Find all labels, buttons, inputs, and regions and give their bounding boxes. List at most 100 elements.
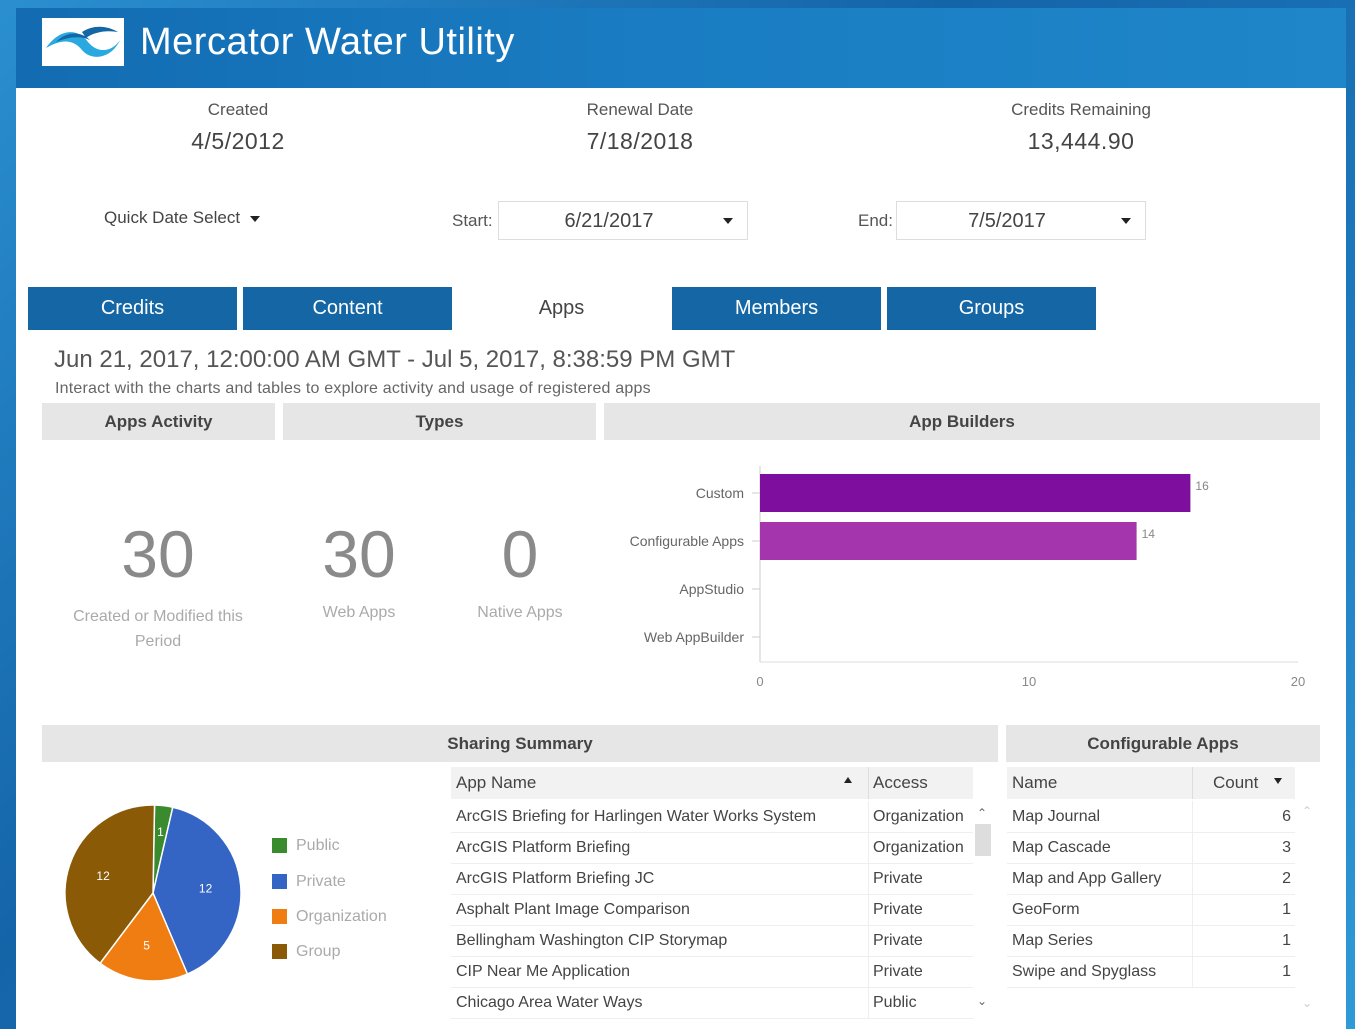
table-row[interactable]: Chicago Area Water Ways Public — [451, 987, 973, 1019]
dashboard-panel: Mercator Water Utility Created 4/5/2012 … — [16, 8, 1346, 1029]
sharing-table-scrollbar[interactable]: ⌃ ⌄ — [974, 804, 992, 1014]
legend-label: Public — [296, 837, 340, 854]
x-tick-label: 10 — [1022, 674, 1036, 689]
app-type-name-cell: Map Series — [1012, 932, 1093, 949]
quick-date-select-dropdown[interactable]: Quick Date Select — [104, 208, 261, 228]
scroll-down-icon[interactable]: ⌄ — [1302, 996, 1312, 1010]
section-header-types: Types — [283, 403, 596, 440]
configurable-apps-table-header: Name Count — [1007, 767, 1295, 799]
configurable-apps-scrollbar[interactable]: ⌃ ⌄ — [1300, 804, 1316, 1014]
category-label: Custom — [696, 485, 744, 501]
access-cell: Private — [873, 963, 923, 980]
column-header-access[interactable]: Access — [873, 773, 928, 793]
chevron-down-icon — [250, 215, 261, 222]
app-type-name-cell: Map Journal — [1012, 808, 1101, 825]
renewal-date-label: Renewal Date — [586, 100, 694, 119]
tab-groups[interactable]: Groups — [887, 287, 1096, 330]
tab-apps[interactable]: Apps — [457, 287, 666, 330]
column-header-name[interactable]: Name — [1012, 773, 1057, 793]
category-label: AppStudio — [679, 581, 744, 597]
access-cell: Organization — [873, 839, 964, 856]
table-row[interactable]: ArcGIS Platform Briefing JC Private — [451, 863, 973, 895]
end-label: End: — [858, 211, 893, 230]
app-name-cell: CIP Near Me Application — [456, 963, 631, 980]
period-range: Jun 21, 2017, 12:00:00 AM GMT - Jul 5, 2… — [54, 346, 736, 373]
bar-data-label: 14 — [1142, 527, 1156, 541]
table-row[interactable]: Map Journal 6 — [1007, 801, 1295, 833]
section-header-app-builders: App Builders — [604, 403, 1320, 440]
legend-swatch — [272, 838, 287, 854]
legend-item-group[interactable]: Group — [272, 943, 340, 961]
category-label: Web AppBuilder — [644, 629, 744, 645]
pie-data-label: 5 — [143, 938, 150, 952]
access-cell: Private — [873, 870, 923, 887]
x-tick-label: 0 — [756, 674, 763, 689]
column-header-count[interactable]: Count — [1213, 773, 1258, 793]
column-divider — [1192, 925, 1193, 956]
count-cell: 1 — [1282, 932, 1291, 949]
legend-swatch — [272, 874, 287, 890]
scrollbar-thumb[interactable] — [975, 824, 991, 856]
table-row[interactable]: Asphalt Plant Image Comparison Private — [451, 894, 973, 926]
page-title: Mercator Water Utility — [140, 21, 515, 63]
legend-swatch — [272, 909, 287, 925]
sort-descending-icon[interactable] — [1274, 778, 1282, 784]
app-type-name-cell: Map and App Gallery — [1012, 870, 1162, 887]
legend-item-private[interactable]: Private — [272, 873, 346, 891]
created-modified-count: 30 — [121, 517, 195, 591]
count-cell: 6 — [1282, 808, 1291, 825]
water-wave-logo-icon — [42, 18, 124, 66]
native-apps-label: Native Apps — [477, 604, 563, 621]
access-cell: Private — [873, 932, 923, 949]
column-divider — [868, 863, 869, 894]
table-row[interactable]: CIP Near Me Application Private — [451, 956, 973, 988]
column-divider — [1192, 767, 1193, 799]
end-date-picker[interactable]: 7/5/2017 — [896, 201, 1146, 240]
legend-label: Group — [296, 943, 341, 960]
created-value: 4/5/2012 — [191, 128, 285, 154]
app-type-name-cell: GeoForm — [1012, 901, 1080, 918]
scroll-up-icon[interactable]: ⌃ — [977, 806, 987, 820]
start-date-value: 6/21/2017 — [564, 210, 654, 232]
sharing-pie-chart[interactable]: 1 12 5 12 — [58, 798, 248, 988]
sort-ascending-icon[interactable] — [844, 777, 852, 783]
sharing-table-header: App Name Access — [451, 767, 973, 799]
column-header-app-name[interactable]: App Name — [456, 773, 536, 793]
legend-label: Private — [296, 873, 346, 890]
created-modified-label: Created or Modified this Period — [73, 608, 243, 650]
scroll-down-icon[interactable]: ⌄ — [977, 994, 987, 1008]
table-row[interactable]: Bellingham Washington CIP Storymap Privat… — [451, 925, 973, 957]
app-name-cell: ArcGIS Platform Briefing JC — [456, 870, 655, 887]
credits-remaining-value: 13,444.90 — [1027, 128, 1135, 154]
count-cell: 1 — [1282, 963, 1291, 980]
scroll-up-icon[interactable]: ⌃ — [1302, 804, 1312, 818]
bar[interactable] — [760, 474, 1191, 512]
app-name-cell: Bellingham Washington CIP Storymap — [456, 932, 728, 949]
start-date-picker[interactable]: 6/21/2017 — [498, 201, 748, 240]
quick-date-select-label: Quick Date Select — [104, 208, 241, 227]
tab-content[interactable]: Content — [243, 287, 452, 330]
table-row[interactable]: ArcGIS Briefing for Harlingen Water Work… — [451, 801, 973, 833]
table-row[interactable]: Swipe and Spyglass 1 — [1007, 956, 1295, 988]
tab-credits[interactable]: Credits — [28, 287, 237, 330]
table-row[interactable]: Map and App Gallery 2 — [1007, 863, 1295, 895]
column-divider — [1192, 832, 1193, 863]
column-divider — [868, 832, 869, 863]
column-divider — [868, 767, 869, 799]
app-builders-bar-chart[interactable]: Custom 16 Configurable Apps 14 AppStudio Web … — [606, 458, 1326, 698]
table-row[interactable]: GeoForm 1 — [1007, 894, 1295, 926]
legend-item-organization[interactable]: Organization — [272, 908, 387, 926]
table-row[interactable]: Map Cascade 3 — [1007, 832, 1295, 864]
count-cell: 3 — [1282, 839, 1291, 856]
table-row[interactable]: Map Series 1 — [1007, 925, 1295, 957]
category-label: Configurable Apps — [630, 533, 744, 549]
table-row[interactable]: ArcGIS Platform Briefing Organization — [451, 832, 973, 864]
column-divider — [868, 894, 869, 925]
section-header-configurable-apps: Configurable Apps — [1006, 725, 1320, 762]
legend-item-public[interactable]: Public — [272, 837, 340, 855]
credits-remaining-label: Credits Remaining — [1011, 100, 1151, 119]
bar[interactable] — [760, 522, 1137, 560]
section-header-sharing-summary: Sharing Summary — [42, 725, 998, 762]
tab-members[interactable]: Members — [672, 287, 881, 330]
column-divider — [868, 801, 869, 832]
